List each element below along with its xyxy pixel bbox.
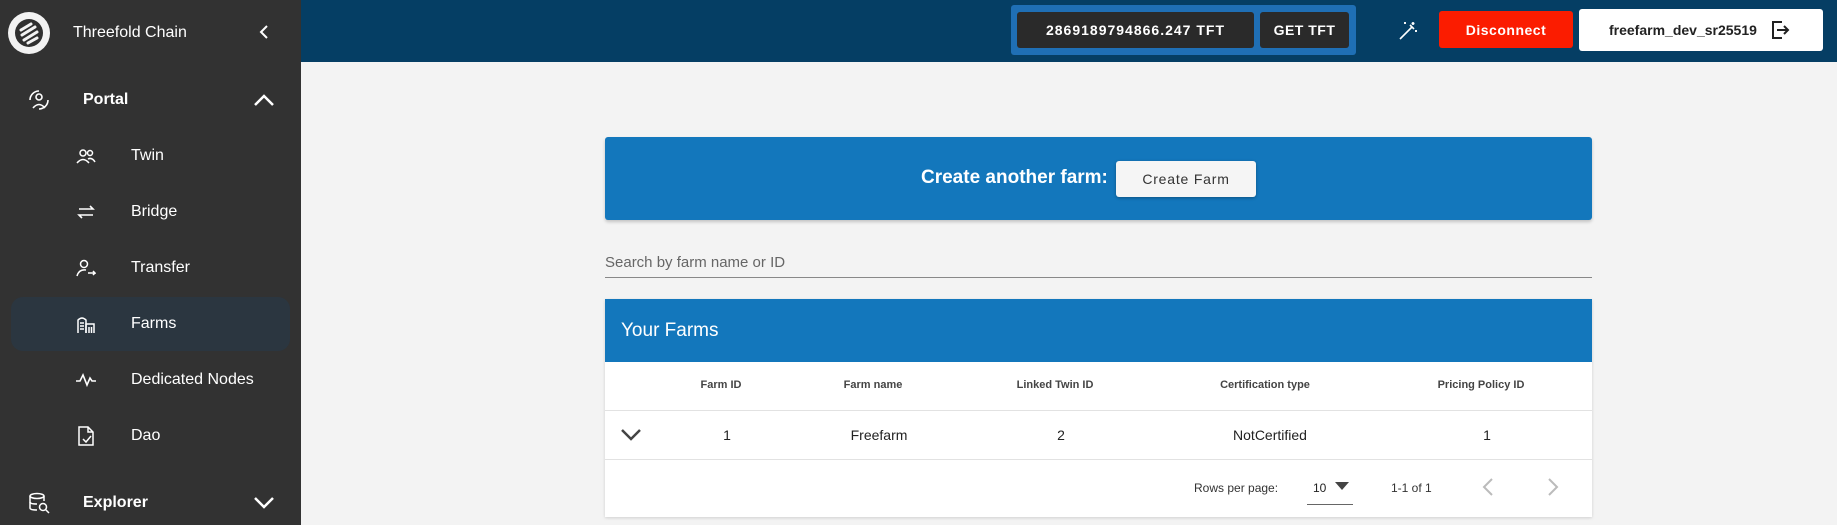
chevron-up-icon (250, 86, 278, 114)
farms-icon (75, 313, 97, 335)
sidebar-item-label: Dao (131, 427, 161, 444)
balance-box: 2869189794866.247 TFT GET TFT (1011, 5, 1356, 55)
magic-wand-icon (1399, 22, 1417, 40)
theme-toggle-button[interactable] (1395, 18, 1421, 44)
cell-linked-twin-id: 2 (1057, 427, 1065, 443)
create-farm-label: Create another farm: (921, 167, 1108, 188)
sidebar: Threefold Chain Portal Twin Bridge Trans… (0, 0, 301, 525)
previous-page-button[interactable] (1476, 473, 1500, 501)
next-page-button[interactable] (1541, 473, 1565, 501)
chevron-down-icon (621, 429, 641, 441)
column-header-pricing-policy-id[interactable]: Pricing Policy ID (1438, 379, 1525, 391)
expand-row-button[interactable] (619, 423, 643, 447)
create-farm-banner: Create another farm: Create Farm (605, 137, 1592, 220)
sidebar-item-label: Twin (131, 147, 164, 164)
farm-search-input[interactable] (605, 248, 1592, 278)
sidebar-item-dao[interactable]: Dao (11, 409, 290, 463)
topbar: 2869189794866.247 TFT GET TFT Disconnect… (301, 0, 1837, 62)
dropdown-arrow-icon (1335, 482, 1349, 490)
logout-icon (1769, 19, 1791, 41)
balance-display: 2869189794866.247 TFT (1017, 12, 1254, 48)
column-header-certification-type[interactable]: Certification type (1220, 379, 1310, 391)
sidebar-item-farms[interactable]: Farms (11, 297, 290, 351)
sidebar-item-dedicated-nodes[interactable]: Dedicated Nodes (11, 353, 290, 407)
bridge-icon (75, 201, 97, 223)
rows-per-page-label: Rows per page: (1194, 481, 1279, 495)
disconnect-button[interactable]: Disconnect (1439, 11, 1573, 48)
sidebar-item-twin[interactable]: Twin (11, 129, 290, 183)
cell-farm-id: 1 (723, 427, 731, 443)
sidebar-item-transfer[interactable]: Transfer (11, 241, 290, 295)
chevron-left-icon (259, 25, 268, 39)
sidebar-group-label: Explorer (83, 494, 148, 511)
cell-pricing-policy-id: 1 (1483, 427, 1491, 443)
cell-certification-type: NotCertified (1233, 427, 1307, 443)
collapse-sidebar-button[interactable] (252, 20, 276, 44)
sidebar-item-label: Dedicated Nodes (131, 371, 254, 388)
column-header-farm-name[interactable]: Farm name (844, 379, 903, 391)
account-name: freefarm_dev_sr25519 (1609, 22, 1757, 38)
sidebar-item-label: Transfer (131, 259, 190, 276)
chevron-down-icon (250, 489, 278, 517)
column-header-farm-id[interactable]: Farm ID (701, 379, 742, 391)
portal-icon (26, 87, 52, 113)
dedicated-nodes-icon (75, 369, 97, 391)
sidebar-item-label: Bridge (131, 203, 178, 220)
farms-header: Your Farms (605, 299, 1592, 362)
sidebar-item-bridge[interactable]: Bridge (11, 185, 290, 239)
get-tft-button[interactable]: GET TFT (1260, 12, 1349, 48)
divider (605, 410, 1592, 411)
sidebar-item-label: Farms (131, 315, 177, 332)
divider (605, 459, 1592, 460)
cell-farm-name: Freefarm (850, 427, 908, 443)
chevron-right-icon (1548, 478, 1559, 496)
account-button[interactable]: freefarm_dev_sr25519 (1579, 9, 1823, 51)
brand-title: Threefold Chain (73, 24, 187, 41)
chevron-left-icon (1482, 478, 1493, 496)
sidebar-group-portal[interactable]: Portal (0, 72, 301, 128)
create-farm-button[interactable]: Create Farm (1116, 161, 1256, 197)
explorer-icon (26, 490, 52, 516)
sidebar-group-explorer[interactable]: Explorer (0, 475, 301, 525)
rows-per-page-select[interactable]: 10 (1307, 474, 1353, 505)
sidebar-group-label: Portal (83, 91, 129, 108)
transfer-icon (75, 257, 97, 279)
rows-per-page-value: 10 (1313, 481, 1327, 495)
farms-title: Your Farms (621, 320, 719, 341)
dao-icon (75, 425, 97, 447)
column-header-linked-twin-id[interactable]: Linked Twin ID (1017, 379, 1094, 391)
twin-icon (75, 145, 97, 167)
pagination-range: 1-1 of 1 (1391, 481, 1432, 495)
farms-card: Your Farms Farm ID Farm name Linked Twin… (605, 299, 1592, 517)
threefold-logo-icon (8, 12, 50, 54)
